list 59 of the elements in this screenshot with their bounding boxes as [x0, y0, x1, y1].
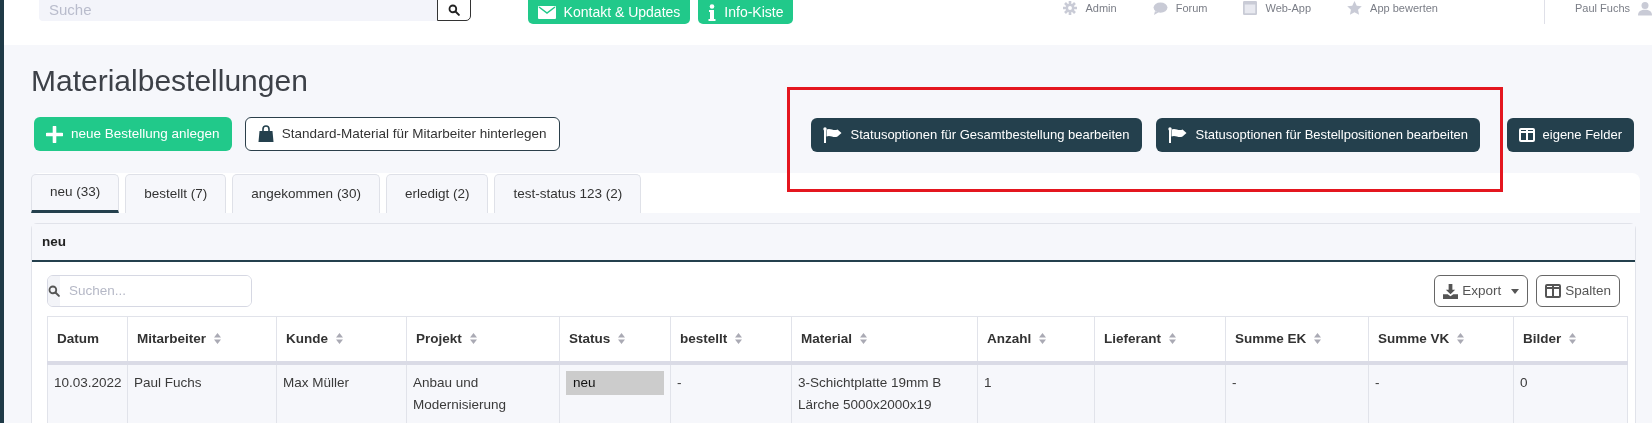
tab[interactable]: angekommen (30)	[232, 174, 380, 213]
sort-icon	[469, 333, 477, 345]
sort-icon	[618, 333, 626, 345]
table-cell: -	[1232, 374, 1237, 390]
shopping-bag-icon	[257, 125, 274, 143]
nav-link[interactable]: App bewerten	[1347, 0, 1438, 16]
window-icon	[1243, 1, 1258, 15]
user-icon	[1638, 0, 1652, 16]
sort-icon	[1569, 333, 1577, 345]
search-field[interactable]: Suchen...	[47, 275, 252, 307]
sort-icon	[214, 333, 222, 345]
search-field[interactable]: Suche	[39, 0, 437, 21]
table-cell: 3-Schichtplatte 19mm B Lärche 5000x2000x19	[798, 374, 942, 412]
sort-icon	[1169, 333, 1176, 345]
flag-icon	[1167, 127, 1188, 143]
tab[interactable]: test-status 123 (2)	[494, 174, 642, 213]
table-cell: Paul Fuchs	[134, 374, 202, 390]
download-icon	[1443, 283, 1459, 299]
nav-link[interactable]: Forum	[1152, 0, 1208, 16]
plus-icon	[46, 125, 63, 143]
custom-fields-button[interactable]: eigene Felder	[1506, 118, 1635, 152]
chat-icon	[1152, 1, 1168, 15]
sort-icon	[336, 333, 343, 345]
search-button[interactable]	[436, 0, 471, 21]
status-badge: neu	[566, 370, 664, 395]
table-cell: 0	[1520, 374, 1528, 390]
search-icon	[48, 285, 60, 297]
tab[interactable]: neu (33)	[31, 174, 120, 213]
sort-icon	[735, 333, 743, 345]
export-button[interactable]: Export	[1434, 275, 1529, 307]
table-cell: 10.03.2022	[54, 374, 122, 390]
nav-link[interactable]: Web-App	[1243, 0, 1312, 16]
sort-icon	[860, 333, 868, 345]
sort-icon	[1314, 333, 1322, 345]
panel-title: neu	[32, 224, 1635, 262]
star-icon	[1347, 1, 1363, 15]
columns-icon	[1545, 284, 1562, 298]
table-cell: Anbau und Modernisierung	[413, 374, 507, 412]
page-title: Materialbestellungen	[31, 63, 309, 99]
flag-icon	[822, 127, 843, 143]
table-cell: 1	[984, 374, 992, 390]
columns-icon	[1518, 128, 1535, 142]
info-icon	[708, 3, 717, 21]
columns-button[interactable]: Spalten	[1536, 275, 1620, 307]
tab[interactable]: bestellt (7)	[125, 174, 227, 213]
standard-material-button[interactable]: Standard-Material für Mitarbeiter hinterlegen	[244, 117, 560, 151]
sort-icon	[1039, 333, 1047, 345]
status-options-button[interactable]: Statusoptionen für Gesamtbestellung bearbeiten	[810, 118, 1142, 152]
sort-icon	[1457, 333, 1465, 345]
nav-link[interactable]: Admin	[1063, 0, 1117, 16]
status-options-button[interactable]: Statusoptionen für Bestellpositionen bearbeiten	[1155, 118, 1480, 152]
caret-icon	[1511, 288, 1520, 294]
table-cell: Max Müller	[283, 374, 349, 390]
tab[interactable]: erledigt (2)	[385, 174, 489, 213]
table-cell: -	[677, 374, 682, 390]
user-menu[interactable]: Paul Fuchs	[1574, 0, 1652, 16]
search-icon	[447, 4, 460, 16]
table-cell: -	[1375, 374, 1380, 390]
envelope-icon	[537, 5, 556, 19]
